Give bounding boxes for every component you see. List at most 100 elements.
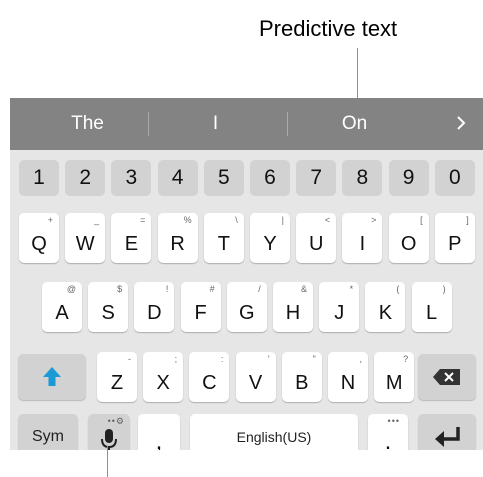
key-secondary-symbol: ' xyxy=(267,354,270,364)
key-label: T xyxy=(217,233,230,255)
settings-dots: ••⚙ xyxy=(107,416,125,426)
space-label: English(US) xyxy=(236,429,312,445)
key-label: G xyxy=(239,302,255,324)
key-6[interactable]: 6 xyxy=(250,160,290,196)
key-i[interactable]: > I xyxy=(342,213,383,263)
key-e[interactable]: = E xyxy=(111,213,152,263)
key-label: J xyxy=(334,302,345,324)
space-key[interactable]: English(US) xyxy=(190,414,358,450)
key-secondary-symbol: * xyxy=(349,284,354,294)
key-label: V xyxy=(248,372,263,394)
key-h[interactable]: & H xyxy=(273,282,313,332)
key-secondary-symbol: > xyxy=(371,215,377,225)
key-secondary-symbol: # xyxy=(209,284,215,294)
comma-label: , xyxy=(155,428,163,450)
key-label: M xyxy=(385,372,403,394)
suggestion-2[interactable]: I xyxy=(168,98,263,150)
key-label: W xyxy=(75,233,95,255)
microphone-icon xyxy=(101,429,117,450)
key-label: K xyxy=(378,302,393,324)
key-j[interactable]: * J xyxy=(319,282,360,332)
backspace-icon xyxy=(433,369,460,385)
key-secondary-symbol: & xyxy=(300,284,307,294)
key-w[interactable]: _ W xyxy=(65,213,106,263)
key-secondary-symbol: / xyxy=(258,284,261,294)
shift-key[interactable] xyxy=(18,354,86,400)
key-secondary-symbol: + xyxy=(47,215,53,225)
key-4[interactable]: 4 xyxy=(157,160,198,196)
key-secondary-symbol: ; xyxy=(174,354,178,364)
key-secondary-symbol: ( xyxy=(396,284,400,294)
key-secondary-symbol: < xyxy=(324,215,331,225)
key-k[interactable]: (K xyxy=(365,282,406,332)
key-b[interactable]: " B xyxy=(281,352,322,402)
key-label: L xyxy=(426,302,438,324)
key-c[interactable]: :C xyxy=(189,352,230,402)
prediction-bar: The I On xyxy=(10,98,483,150)
key-label: S xyxy=(101,302,115,324)
key-secondary-symbol: % xyxy=(183,215,192,225)
period-label: . xyxy=(384,428,392,450)
key-label: I xyxy=(359,233,366,255)
key-o[interactable]: [O xyxy=(388,213,429,263)
sym-key[interactable]: Sym xyxy=(18,414,78,450)
key-0[interactable]: 0 xyxy=(434,160,475,196)
key-secondary-symbol: - xyxy=(128,354,131,364)
key-8[interactable]: 8 xyxy=(342,160,383,196)
key-label: X xyxy=(156,372,170,394)
predictive-text-label: Predictive text xyxy=(259,16,398,41)
comma-key[interactable]: , xyxy=(138,414,180,450)
key-label: R xyxy=(170,233,185,255)
key-d[interactable]: ! D xyxy=(134,282,175,332)
key-y[interactable]: | Y xyxy=(250,213,290,263)
key-n[interactable]: ,N xyxy=(328,352,368,402)
period-dots: ••• xyxy=(387,416,400,426)
sym-label: Sym xyxy=(32,428,64,445)
key-m[interactable]: ? M xyxy=(374,352,415,402)
key-label: C xyxy=(202,372,217,394)
key-f[interactable]: # F xyxy=(180,282,221,332)
keyboard: The I On 1234567890 + Q _ W = E% R \ T | Y < U > I[O] P… xyxy=(10,98,483,450)
key-label: P xyxy=(448,233,462,255)
key-t[interactable]: \ T xyxy=(203,213,244,263)
key-label: H xyxy=(285,302,301,324)
key-secondary-symbol: = xyxy=(140,215,146,225)
key-v[interactable]: ' V xyxy=(235,352,276,402)
key-label: N xyxy=(340,372,356,394)
key-r[interactable]: % R xyxy=(157,213,198,263)
key-x[interactable]: ; X xyxy=(143,352,184,402)
key-secondary-symbol: " xyxy=(312,354,316,364)
key-u[interactable]: < U xyxy=(296,213,337,263)
enter-key[interactable] xyxy=(418,414,476,450)
key-a[interactable]: @ A xyxy=(42,282,82,332)
key-label: Q xyxy=(31,233,47,255)
callout-line-bottom xyxy=(107,446,108,477)
key-secondary-symbol: : xyxy=(220,354,224,364)
key-z[interactable]: -Z xyxy=(97,352,137,402)
key-9[interactable]: 9 xyxy=(388,160,429,196)
key-p[interactable]: ] P xyxy=(434,213,475,263)
key-secondary-symbol: \ xyxy=(235,215,238,225)
key-secondary-symbol: ] xyxy=(466,215,469,225)
key-label: B xyxy=(295,372,309,394)
key-7[interactable]: 7 xyxy=(296,160,337,196)
key-g[interactable]: / G xyxy=(226,282,267,332)
suggestion-3[interactable]: On xyxy=(307,98,402,150)
key-secondary-symbol: $ xyxy=(117,284,123,294)
key-5[interactable]: 5 xyxy=(203,160,244,196)
key-secondary-symbol: ) xyxy=(442,284,446,294)
key-s[interactable]: $ S xyxy=(88,282,129,332)
key-2[interactable]: 2 xyxy=(65,160,106,196)
suggestion-1[interactable]: The xyxy=(40,98,135,150)
microphone-key[interactable]: ••⚙ xyxy=(88,414,130,450)
key-1[interactable]: 1 xyxy=(19,160,59,196)
key-3[interactable]: 3 xyxy=(111,160,152,196)
key-label: E xyxy=(124,233,139,255)
key-secondary-symbol: _ xyxy=(94,215,100,225)
backspace-key[interactable] xyxy=(418,354,476,400)
period-key[interactable]: ••• . xyxy=(368,414,408,450)
suggestion-divider xyxy=(287,112,288,136)
key-q[interactable]: + Q xyxy=(19,213,59,263)
chevron-right-icon[interactable] xyxy=(449,98,473,150)
key-l[interactable]: ) L xyxy=(411,282,452,332)
